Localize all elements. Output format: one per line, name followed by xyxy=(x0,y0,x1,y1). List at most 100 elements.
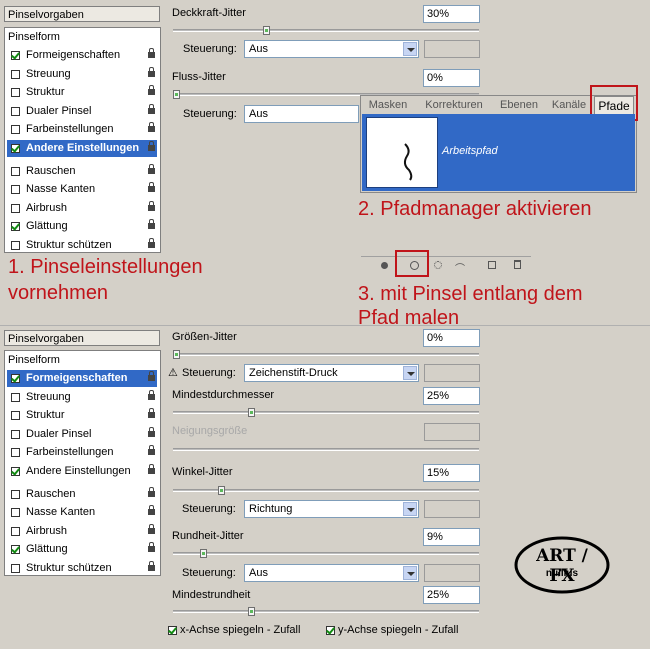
checkbox[interactable] xyxy=(11,69,20,79)
lock-icon[interactable] xyxy=(148,85,155,96)
roundness-jitter-slider[interactable] xyxy=(173,552,479,555)
checkbox[interactable] xyxy=(11,241,20,250)
checkbox[interactable] xyxy=(11,185,20,195)
flow-control-select[interactable]: Aus xyxy=(244,105,359,123)
roundness-control-select[interactable]: Aus xyxy=(244,564,419,582)
min-diameter-input[interactable]: 25% xyxy=(423,387,480,405)
checkbox[interactable] xyxy=(11,508,20,518)
brush-tip-shape-item[interactable]: Pinselform xyxy=(8,29,158,46)
list-item[interactable]: Formeigenschaften xyxy=(7,370,157,387)
lock-icon[interactable] xyxy=(148,238,155,248)
flow-jitter-input[interactable]: 0% xyxy=(423,69,480,87)
lock-icon[interactable] xyxy=(148,48,155,58)
checkbox[interactable] xyxy=(11,106,20,116)
tab-channels[interactable]: Kanäle xyxy=(546,96,592,114)
min-roundness-input[interactable]: 25% xyxy=(423,586,480,604)
lock-icon[interactable] xyxy=(148,445,155,456)
checkbox[interactable] xyxy=(326,626,335,635)
lock-icon[interactable] xyxy=(148,408,155,419)
brush-tip-shape-item[interactable]: Pinselform xyxy=(8,352,158,369)
lock-icon[interactable] xyxy=(148,426,155,437)
size-jitter-input[interactable]: 0% xyxy=(423,329,480,347)
make-work-path-icon[interactable]: ⌒ xyxy=(455,260,465,275)
lock-icon[interactable] xyxy=(148,66,155,77)
list-item[interactable]: Formeigenschaften xyxy=(7,47,157,64)
checkbox[interactable] xyxy=(11,429,20,439)
min-diameter-thumb[interactable] xyxy=(247,408,255,417)
flow-jitter-thumb[interactable] xyxy=(173,90,180,99)
checkbox[interactable] xyxy=(11,411,20,421)
opacity-jitter-input[interactable]: 30% xyxy=(423,5,480,23)
list-item[interactable]: Airbrush xyxy=(7,200,157,217)
lock-icon[interactable] xyxy=(148,141,155,151)
tab-adjustments[interactable]: Korrekturen xyxy=(416,96,492,114)
chevron-down-icon[interactable] xyxy=(403,42,417,56)
load-selection-icon[interactable] xyxy=(434,261,442,269)
lock-icon[interactable] xyxy=(148,464,155,474)
lock-icon[interactable] xyxy=(148,163,155,174)
checkbox[interactable] xyxy=(11,448,20,458)
size-jitter-slider[interactable] xyxy=(173,353,479,356)
list-item[interactable]: Glättung xyxy=(7,541,157,558)
checkbox[interactable] xyxy=(11,467,20,476)
roundness-jitter-thumb[interactable] xyxy=(199,549,207,558)
new-path-icon[interactable] xyxy=(488,261,496,269)
checkbox[interactable] xyxy=(11,564,20,573)
size-jitter-thumb[interactable] xyxy=(173,350,180,359)
list-item[interactable]: Andere Einstellungen xyxy=(7,140,157,157)
lock-icon[interactable] xyxy=(148,371,155,381)
lock-icon[interactable] xyxy=(148,523,155,534)
opacity-control-select[interactable]: Aus xyxy=(244,40,419,58)
list-item[interactable]: Andere Einstellungen xyxy=(7,463,157,480)
trash-icon[interactable] xyxy=(514,260,521,269)
angle-jitter-thumb[interactable] xyxy=(217,486,225,495)
chevron-down-icon[interactable] xyxy=(403,566,417,580)
list-item[interactable]: Farbeinstellungen xyxy=(7,444,157,461)
roundness-jitter-input[interactable]: 9% xyxy=(423,528,480,546)
angle-jitter-input[interactable]: 15% xyxy=(423,464,480,482)
list-item[interactable]: Farbeinstellungen xyxy=(7,121,157,138)
checkbox[interactable] xyxy=(11,144,20,153)
list-item[interactable]: Dualer Pinsel xyxy=(7,426,157,443)
lock-icon[interactable] xyxy=(148,505,155,516)
list-item[interactable]: Nasse Kanten xyxy=(7,504,157,521)
lock-icon[interactable] xyxy=(148,200,155,211)
checkbox[interactable] xyxy=(11,203,20,213)
min-roundness-slider[interactable] xyxy=(173,610,479,613)
checkbox[interactable] xyxy=(11,526,20,536)
lock-icon[interactable] xyxy=(148,389,155,400)
checkbox[interactable] xyxy=(11,222,20,232)
chevron-down-icon[interactable] xyxy=(403,366,417,380)
checkbox[interactable] xyxy=(11,545,20,555)
list-item[interactable]: Glättung xyxy=(7,218,157,235)
list-item[interactable]: Struktur xyxy=(7,407,157,424)
brush-presets-header[interactable]: Pinselvorgaben xyxy=(4,6,160,22)
lock-icon[interactable] xyxy=(148,182,155,193)
lock-icon[interactable] xyxy=(148,122,155,133)
brush-presets-header[interactable]: Pinselvorgaben xyxy=(4,330,160,346)
lock-icon[interactable] xyxy=(148,561,155,571)
list-item[interactable]: Struktur schützen xyxy=(7,237,157,254)
checkbox[interactable] xyxy=(168,626,177,635)
fill-path-icon[interactable] xyxy=(381,262,388,269)
opacity-jitter-thumb[interactable] xyxy=(262,26,270,35)
list-item[interactable]: Struktur schützen xyxy=(7,560,157,577)
size-control-select[interactable]: Zeichenstift-Druck xyxy=(244,364,419,382)
list-item[interactable]: Rauschen xyxy=(7,163,157,180)
checkbox[interactable] xyxy=(11,51,20,60)
lock-icon[interactable] xyxy=(148,103,155,114)
lock-icon[interactable] xyxy=(148,486,155,497)
path-row-selected[interactable]: Arbeitspfad xyxy=(362,114,635,191)
checkbox[interactable] xyxy=(11,392,20,402)
tab-layers[interactable]: Ebenen xyxy=(494,96,544,114)
list-item[interactable]: Streuung xyxy=(7,66,157,83)
min-roundness-thumb[interactable] xyxy=(247,607,255,616)
opacity-jitter-slider[interactable] xyxy=(173,29,479,32)
list-item[interactable]: Airbrush xyxy=(7,523,157,540)
checkbox[interactable] xyxy=(11,489,20,499)
checkbox[interactable] xyxy=(11,166,20,176)
chevron-down-icon[interactable] xyxy=(403,502,417,516)
list-item[interactable]: Struktur xyxy=(7,84,157,101)
list-item[interactable]: Dualer Pinsel xyxy=(7,103,157,120)
checkbox[interactable] xyxy=(11,125,20,135)
